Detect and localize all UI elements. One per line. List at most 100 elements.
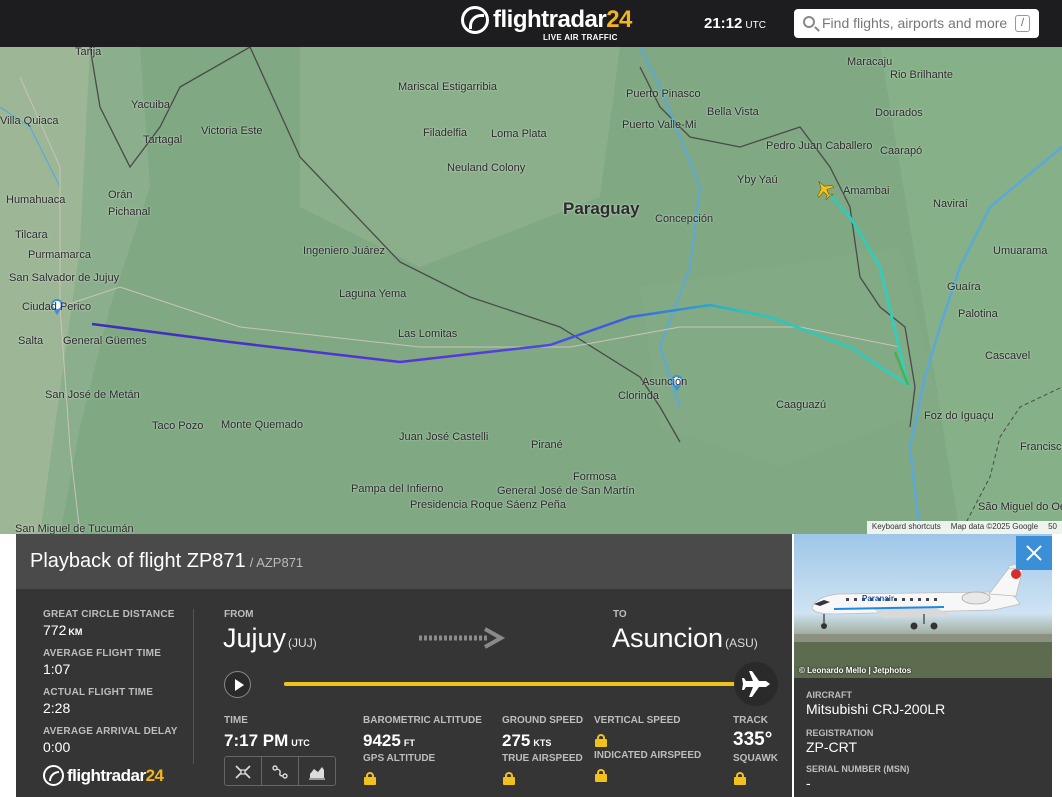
baro-altitude-label: BAROMETRIC ALTITUDE	[363, 715, 482, 726]
map-place-label: Salta	[18, 335, 44, 347]
map-place-label: General Güemes	[63, 335, 147, 347]
footer-logo-number: 24	[145, 765, 164, 785]
map-place-label: Rio Brilhante	[890, 69, 953, 81]
route-arrow-icon	[419, 627, 506, 649]
time-value: 7:17 PM UTC	[224, 731, 310, 751]
map-place-label: Mariscal Estigarribia	[398, 81, 498, 93]
map-place-label: Humahuaca	[6, 194, 66, 206]
destination-airport[interactable]: Asuncion (ASU)	[612, 623, 758, 654]
map-place-label: Filadelfia	[423, 127, 468, 139]
indicated-airspeed-label: INDICATED AIRSPEED	[594, 750, 702, 761]
map-place-label: Presidencia Roque Sáenz Peña	[410, 499, 566, 511]
map-place-label: Amambai	[843, 185, 890, 197]
avg-flight-time-value: 1:07	[43, 661, 71, 677]
chart-icon	[309, 767, 325, 780]
clock-zone: UTC	[745, 20, 766, 31]
map-place-label: Asunción	[642, 376, 688, 388]
crosshair-icon	[235, 765, 251, 779]
map-place-label: Taco Pozo	[152, 420, 204, 432]
true-airspeed-label: TRUE AIRSPEED	[502, 753, 583, 764]
cockpit-view-button[interactable]	[225, 757, 262, 785]
destination-city: Asuncion	[612, 623, 724, 653]
map-place-label: Neuland Colony	[447, 162, 526, 174]
radar-icon	[461, 6, 489, 34]
time-label: TIME	[224, 715, 248, 726]
avg-flight-time-label: AVERAGE FLIGHT TIME	[43, 648, 162, 659]
logo-text: flightradar	[493, 6, 607, 33]
play-button[interactable]	[224, 671, 251, 698]
map-place-label: Villa Quiaca	[0, 115, 59, 127]
time-unit: UTC	[291, 738, 310, 748]
map-place-label: Tartagal	[143, 134, 183, 146]
aircraft-panel: Paranair © Leonardo Mello | Jetphotos AI…	[794, 534, 1052, 797]
map-place-label: Naviraí	[933, 198, 968, 210]
baro-altitude-unit: FT	[403, 738, 415, 748]
map-place-label: Ingeniero Juárez	[303, 245, 385, 257]
great-circle-value: 772 KM	[43, 622, 183, 648]
lock-icon[interactable]	[595, 769, 607, 782]
origin-airport[interactable]: Jujuy (JUJ)	[223, 623, 317, 654]
photo-credit[interactable]: © Leonardo Mello | Jetphotos	[799, 666, 911, 675]
to-label: TO	[613, 609, 627, 620]
graph-button[interactable]	[299, 757, 335, 785]
aircraft-photo[interactable]: Paranair © Leonardo Mello | Jetphotos	[794, 534, 1052, 678]
registration-label: REGISTRATION	[806, 728, 874, 738]
keyboard-shortcuts-link[interactable]: Keyboard shortcuts	[867, 521, 946, 534]
flightradar24-logo[interactable]: flightradar24 LIVE AIR TRAFFIC	[461, 6, 632, 42]
search-input[interactable]	[822, 13, 1012, 33]
map-place-label: Yacuiba	[131, 99, 170, 111]
map-place-label: São Miguel do Oeste	[978, 501, 1062, 513]
lock-icon[interactable]	[364, 772, 376, 785]
track-label: TRACK	[733, 715, 768, 726]
map-place-label: Yby Yaú	[737, 174, 778, 186]
search-box[interactable]: /	[794, 9, 1039, 38]
gps-altitude-label: GPS ALTITUDE	[363, 753, 436, 764]
map-place-label: Monte Quemado	[221, 419, 303, 431]
ground-speed-unit: KTS	[533, 738, 552, 748]
track-value: 335°	[733, 729, 773, 750]
logo-tagline: LIVE AIR TRAFFIC	[543, 33, 618, 42]
map-place-label: Pampa del Infierno	[351, 483, 444, 495]
lock-icon[interactable]	[734, 772, 746, 785]
flightradar24-footer-logo[interactable]: flightradar24	[43, 765, 164, 786]
map-background	[0, 47, 1062, 534]
flight-callsign: / AZP871	[249, 555, 304, 570]
playback-position-handle[interactable]	[734, 662, 778, 706]
map-place-label: Puerto Valle-Mi	[622, 119, 697, 131]
clock-time: 21:12	[704, 15, 743, 32]
actual-flight-time-value: 2:28	[43, 700, 71, 716]
map-place-label: Puerto Pinasco	[626, 88, 701, 100]
map-place-label: Tilcara	[15, 229, 48, 241]
map[interactable]: Paraguay Tarija Yacuiba Villa Quiaca Tartag…	[0, 47, 1062, 534]
map-place-label: Concepción	[655, 213, 714, 225]
map-country-label: Paraguay	[563, 199, 640, 218]
ground-speed-label: GROUND SPEED	[502, 715, 584, 726]
map-place-label: Tarija	[75, 47, 102, 58]
map-place-label: Loma Plata	[491, 128, 547, 140]
route-button[interactable]	[262, 757, 299, 785]
playback-progress-track[interactable]	[284, 682, 754, 686]
close-button[interactable]	[1016, 536, 1052, 570]
stats-divider	[193, 609, 194, 764]
ground-speed-value: 275 KTS	[502, 731, 551, 751]
aircraft-label: AIRCRAFT	[806, 690, 852, 700]
logo-number: 24	[606, 6, 632, 33]
aircraft-livery-text: Paranair	[862, 594, 895, 603]
baro-altitude-value: 9425 FT	[363, 731, 415, 751]
squawk-label: SQUAWK	[733, 753, 778, 764]
map-place-label: General José de San Martín	[497, 485, 635, 497]
map-place-label: Cascavel	[985, 350, 1031, 362]
footer-logo-text: flightradar	[67, 765, 146, 785]
map-place-label: San Miguel de Tucumán	[15, 523, 134, 535]
map-place-label: Foz do Iguaçu	[924, 410, 994, 422]
aircraft-value: Mitsubishi CRJ-200LR	[806, 701, 946, 717]
map-place-label: Pirané	[531, 439, 563, 451]
airplane-icon	[742, 671, 770, 697]
map-data-credit: Map data ©2025 Google	[950, 522, 1039, 531]
lock-icon[interactable]	[503, 772, 515, 785]
lock-icon[interactable]	[595, 734, 607, 747]
map-place-label: Umuarama	[993, 245, 1048, 257]
view-tools	[224, 756, 336, 786]
map-place-label: Palotina	[958, 308, 998, 320]
map-place-label: Laguna Yema	[339, 288, 407, 300]
